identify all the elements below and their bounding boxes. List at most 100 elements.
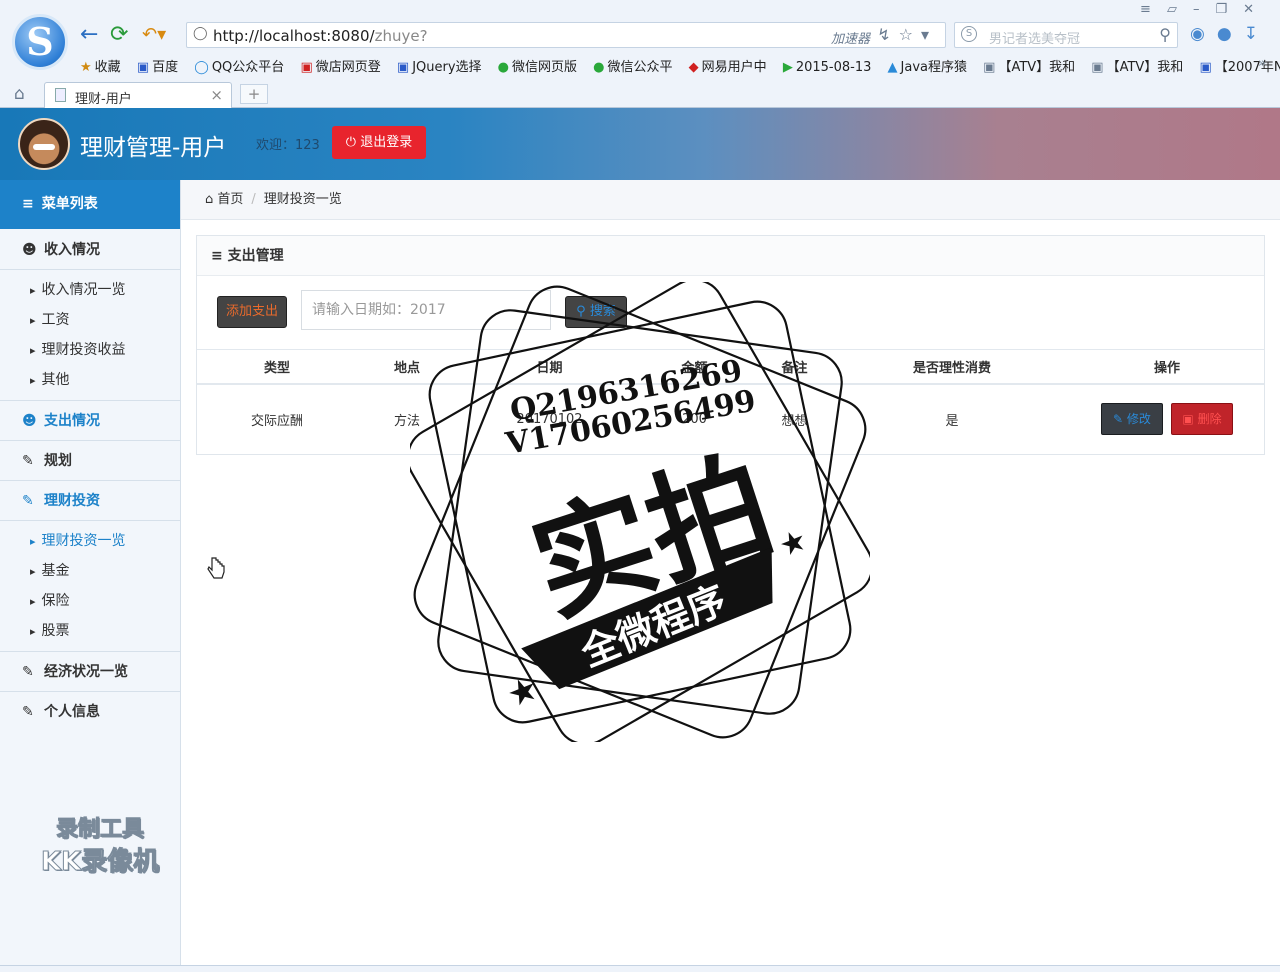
search-icon[interactable]: ⚲ <box>1159 25 1171 44</box>
submenu-stock[interactable]: 股票 <box>30 621 70 641</box>
breadcrumb-current: 理财投资一览 <box>263 192 342 207</box>
bookmark-item[interactable]: ▲ Java程序猿 <box>888 56 967 75</box>
bookmark-item[interactable]: ● 微信网页版 <box>498 56 577 75</box>
panel-title: ≡ 支出管理 <box>197 236 1264 276</box>
qq-icon: ◯ <box>194 60 209 75</box>
window-controls: ≡▱–❐✕ <box>1140 2 1270 17</box>
delete-button-label: 删除 <box>1197 412 1222 426</box>
bookmark-item[interactable]: ▣ 【ATV】我和 <box>1091 56 1183 75</box>
restore-icon[interactable]: ❐ <box>1215 2 1243 17</box>
submenu-investment-overview[interactable]: 理财投资一览 <box>30 531 126 551</box>
search-button[interactable]: ⚲ 搜索 <box>565 296 627 328</box>
submenu-insurance[interactable]: 保险 <box>30 591 70 611</box>
edit-icon: ✎ <box>22 493 34 509</box>
bookmark-item[interactable]: ▣ 【2007年N <box>1199 56 1280 75</box>
logout-label: 退出登录 <box>360 135 413 150</box>
recorder-line1: 录制工具 <box>55 817 144 843</box>
bo-icon: ▣ <box>1199 60 1212 75</box>
bookmark-label: Java程序猿 <box>900 60 967 75</box>
close-icon[interactable]: ✕ <box>1243 2 1270 17</box>
bookmark-item[interactable]: ◆ 网易用户中 <box>689 56 767 75</box>
extension-icon[interactable]: ◉ <box>1190 24 1217 44</box>
submenu-income-overview[interactable]: 收入情况一览 <box>30 280 126 300</box>
bookmark-item[interactable]: ▣ JQuery选择 <box>397 56 482 75</box>
edit-button[interactable]: ✎ 修改 <box>1101 403 1163 435</box>
date-search-input[interactable]: 请输入日期如：2017 <box>301 290 551 330</box>
bookmark-label: QQ公众平台 <box>211 60 285 75</box>
accelerator-label[interactable]: 加速器 <box>831 28 870 47</box>
menu-investment[interactable]: ✎ 理财投资 <box>0 481 180 521</box>
bookmarks-bar: ★ 收藏 ▣ 百度 ◯ QQ公众平台 ▣ 微店网页登 ▣ JQuery选择 ● 微信网页版 … <box>80 56 1280 76</box>
address-url[interactable]: http://localhost:8080/zhuye? <box>213 27 428 45</box>
bookmark-label: 微店网页登 <box>315 60 381 75</box>
browser-search[interactable]: S 男记者选美夺冠 ⚲ <box>954 22 1178 48</box>
wechat-icon: ● <box>593 60 605 75</box>
browser-logo[interactable]: S <box>12 14 68 70</box>
menu-expense[interactable]: ☻ 支出情况 <box>0 401 180 441</box>
menu-investment-label: 理财投资 <box>44 493 100 509</box>
image-icon: ▣ <box>983 60 996 75</box>
cell-note: 想想 <box>781 413 808 429</box>
menu-expense-label: 支出情况 <box>44 413 100 429</box>
menu-plan[interactable]: ✎ 规划 <box>0 441 180 481</box>
menu-profile[interactable]: ✎ 个人信息 <box>0 692 180 732</box>
recorder-watermark: 录制工具 KK录像机 <box>30 814 170 878</box>
page-icon <box>55 88 66 102</box>
jquery-icon: ▣ <box>396 60 410 75</box>
column-header: 日期 <box>536 361 563 376</box>
bookmark-label: 【ATV】我和 <box>1106 60 1184 75</box>
stamp-banner <box>521 547 773 690</box>
refresh-icon[interactable]: ⟳ <box>110 22 128 48</box>
search-engine-icon[interactable]: S <box>961 26 977 42</box>
submenu-salary[interactable]: 工资 <box>30 310 70 330</box>
bookmark-label: 百度 <box>152 60 179 75</box>
skin-icon[interactable]: ▱ <box>1167 2 1193 17</box>
submenu-fund[interactable]: 基金 <box>30 561 70 581</box>
bolt-icon[interactable]: ↯ <box>877 25 898 44</box>
bookmark-item[interactable]: ▶ 2015-08-13 <box>783 60 872 75</box>
address-bar[interactable]: ◯ http://localhost:8080/zhuye? 加速器 ↯☆▾ <box>186 22 946 48</box>
dropdown-icon[interactable]: ▾ <box>921 25 937 44</box>
back-icon[interactable]: ← <box>80 22 98 48</box>
menu-icon[interactable]: ≡ <box>1140 2 1167 17</box>
bookmark-item[interactable]: ▣ 百度 <box>137 56 178 75</box>
bookmarks-more-icon[interactable]: » <box>1258 56 1266 71</box>
menu-profile-label: 个人信息 <box>44 704 100 720</box>
home-icon[interactable]: ⌂ <box>14 84 25 104</box>
bookmark-item[interactable]: ● 微信公众平 <box>593 56 672 75</box>
url-path: zhuye? <box>374 27 428 45</box>
expense-panel: ≡ 支出管理 添加支出 请输入日期如：2017 ⚲ 搜索 类型 地点 日期 金额… <box>196 235 1265 455</box>
star-icon[interactable]: ☆ <box>899 25 921 44</box>
column-header: 是否理性消费 <box>912 361 991 376</box>
menu-economy-overview[interactable]: ✎ 经济状况一览 <box>0 652 180 692</box>
submenu-income-other[interactable]: 其他 <box>30 370 70 390</box>
new-tab-button[interactable]: + <box>240 84 268 104</box>
add-expense-button[interactable]: 添加支出 <box>217 296 287 328</box>
tab-close-icon[interactable]: × <box>210 86 223 104</box>
account-icon[interactable]: ● <box>1217 24 1244 44</box>
bookmark-item[interactable]: ◯ QQ公众平台 <box>194 56 284 75</box>
bookmark-item[interactable]: ▣ 【ATV】我和 <box>983 56 1075 75</box>
trash-icon: ▣ <box>1182 412 1198 426</box>
welcome-text: 欢迎：123 <box>256 138 320 153</box>
undo-icon[interactable]: ↶▾ <box>142 22 166 48</box>
wechat-icon: ● <box>497 60 510 75</box>
column-header: 类型 <box>263 361 290 376</box>
bookmark-label: 网易用户中 <box>701 60 767 75</box>
logout-button[interactable]: ⏻ 退出登录 <box>332 126 426 159</box>
shop-icon: ▣ <box>300 60 313 75</box>
app-header: 理财管理-用户 欢迎：123 ⏻ 退出登录 <box>0 108 1280 180</box>
browser-tab[interactable]: 理财-用户 × <box>44 82 232 108</box>
delete-button[interactable]: ▣ 删除 <box>1171 403 1233 435</box>
column-header: 操作 <box>1153 361 1180 376</box>
search-icon: ⚲ <box>576 304 590 319</box>
submenu-investment-income[interactable]: 理财投资收益 <box>30 340 126 360</box>
cell-amount: 200 <box>682 411 707 427</box>
menu-income[interactable]: ☻ 收入情况 <box>0 230 180 270</box>
bookmark-item[interactable]: ▣ 微店网页登 <box>300 56 380 75</box>
download-icon[interactable]: ↧ <box>1244 24 1270 44</box>
bookmark-label: 收藏 <box>94 60 121 75</box>
minimize-icon[interactable]: – <box>1193 2 1216 17</box>
bookmark-item[interactable]: ★ 收藏 <box>80 56 121 75</box>
breadcrumb-home[interactable]: 首页 <box>217 192 243 207</box>
